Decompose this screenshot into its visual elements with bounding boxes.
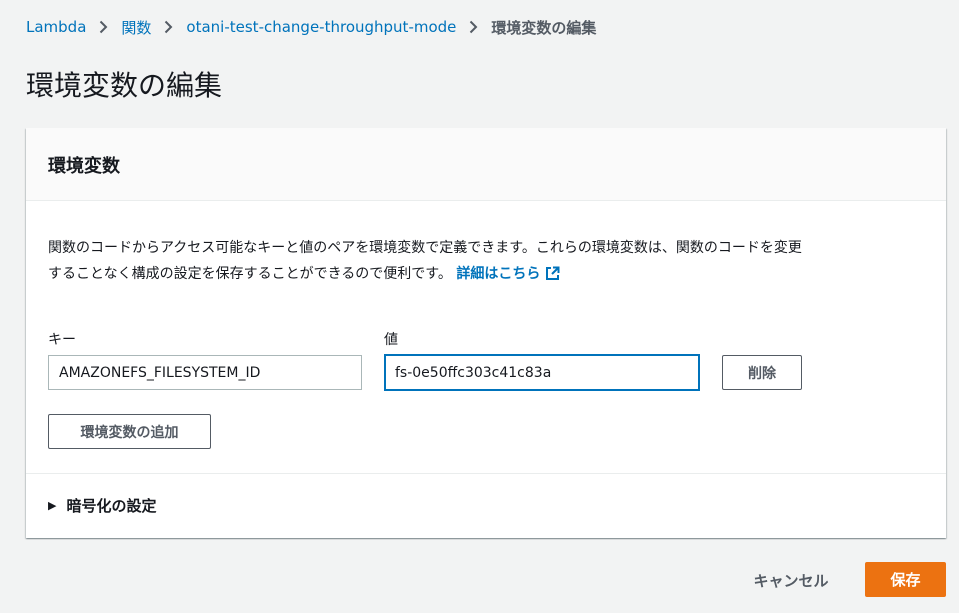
remove-button[interactable]: 削除 [722, 355, 802, 390]
cancel-button[interactable]: キャンセル [742, 563, 840, 597]
panel-title: 環境変数 [48, 156, 120, 177]
learn-more-link[interactable]: 詳細はこちら [456, 266, 560, 282]
breadcrumb-item-functions[interactable]: 関数 [121, 17, 151, 38]
value-input[interactable]: fs-0e50ffc303c41c83a [384, 354, 700, 391]
chevron-right-icon [164, 20, 173, 34]
breadcrumb: Lambda 関数 otani-test-change-throughput-m… [26, 16, 596, 38]
learn-more-label: 詳細はこちら [456, 266, 541, 282]
key-label: キー [48, 332, 76, 348]
description-line-1: 関数のコードからアクセス可能なキーと値のペアを環境変数で定義できます。これらの環… [48, 240, 802, 256]
save-button[interactable]: 保存 [865, 562, 946, 597]
encryption-config-expander[interactable]: ▶ 暗号化の設定 [48, 495, 156, 516]
encryption-config-label: 暗号化の設定 [66, 497, 157, 515]
section-divider [26, 473, 946, 474]
caret-right-icon: ▶ [48, 499, 57, 512]
panel-header: 環境変数 [26, 128, 946, 201]
value-label: 値 [384, 332, 398, 348]
external-link-icon [545, 264, 560, 290]
description-line-2: することなく構成の設定を保存することができるので便利です。 [48, 266, 452, 282]
page-title: 環境変数の編集 [26, 69, 223, 102]
breadcrumb-item-function-name[interactable]: otani-test-change-throughput-mode [186, 18, 456, 36]
panel-description: 関数のコードからアクセス可能なキーと値のペアを環境変数で定義できます。これらの環… [48, 235, 928, 290]
key-input[interactable]: AMAZONEFS_FILESYSTEM_ID [48, 355, 362, 390]
chevron-right-icon [99, 20, 108, 34]
chevron-right-icon [469, 20, 478, 34]
env-vars-panel: 環境変数 関数のコードからアクセス可能なキーと値のペアを環境変数で定義できます。… [26, 128, 946, 538]
breadcrumb-item-lambda[interactable]: Lambda [26, 18, 86, 36]
breadcrumb-current: 環境変数の編集 [491, 18, 597, 37]
add-env-var-button[interactable]: 環境変数の追加 [48, 414, 211, 449]
